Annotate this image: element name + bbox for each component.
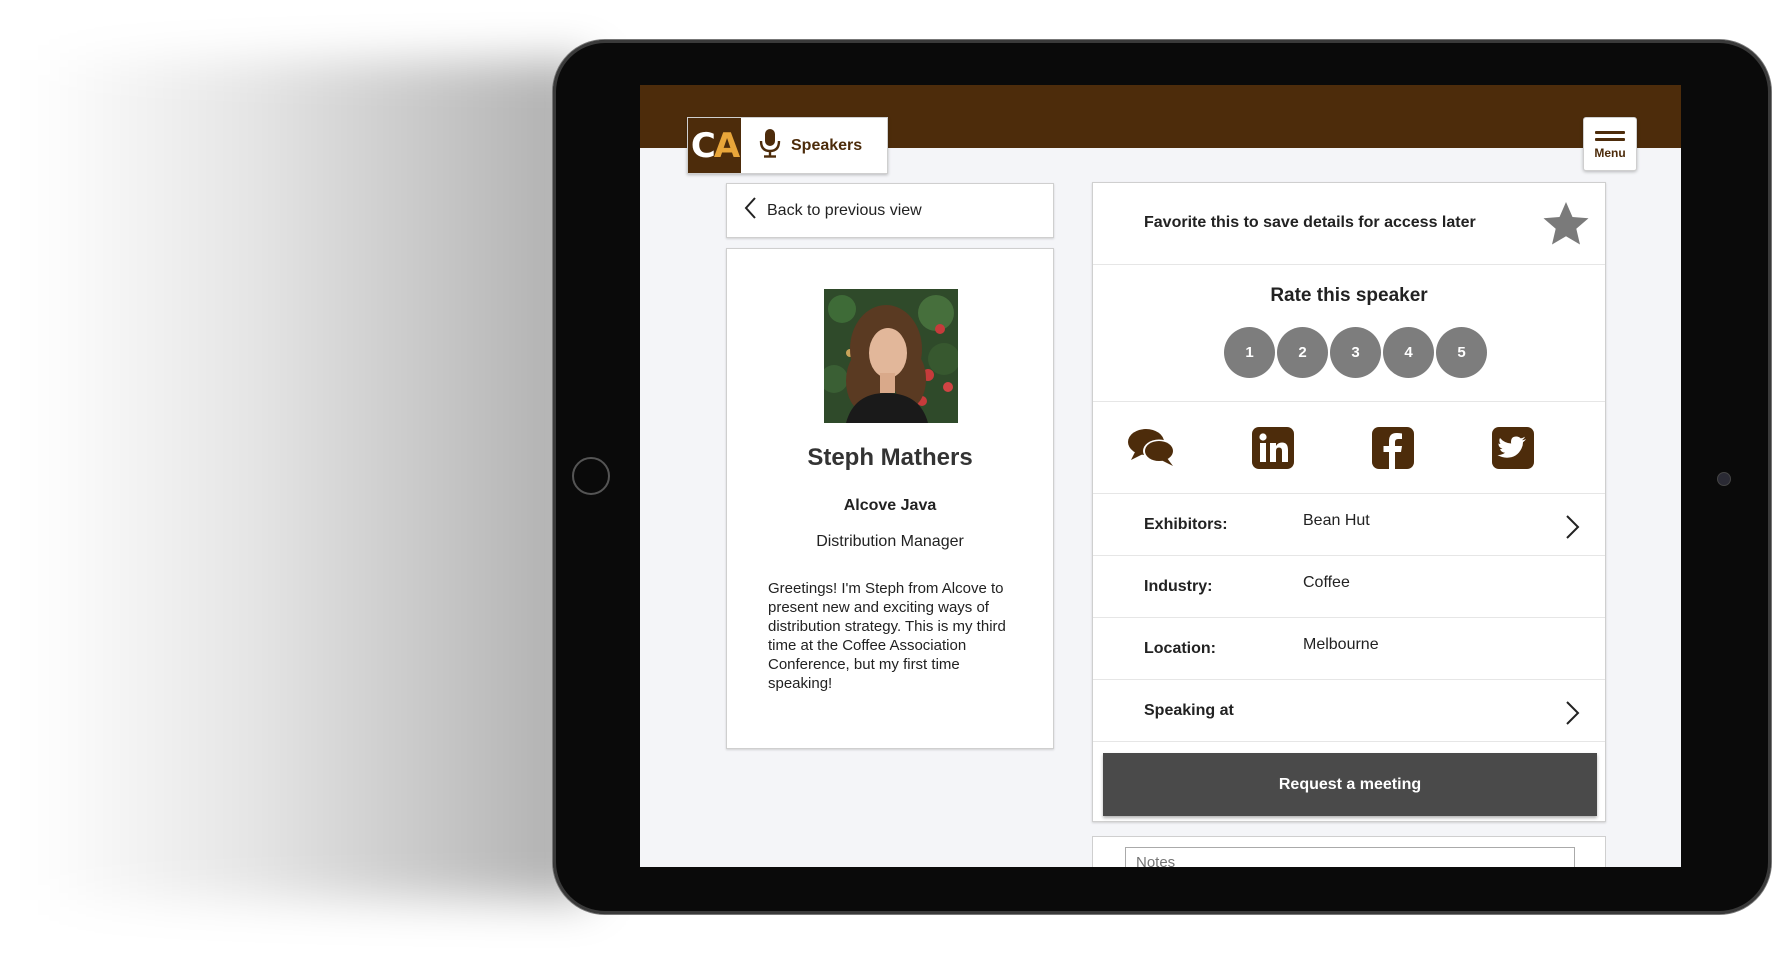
industry-row: Industry: Coffee bbox=[1093, 556, 1605, 618]
hamburger-icon-line bbox=[1595, 137, 1625, 141]
social-links bbox=[1093, 402, 1605, 494]
exhibitors-label: Exhibitors: bbox=[1144, 516, 1228, 533]
rating-section: Rate this speaker 1 2 3 4 5 bbox=[1093, 265, 1605, 402]
chat-icon[interactable] bbox=[1127, 426, 1175, 470]
speaker-job-title: Distribution Manager bbox=[816, 533, 964, 550]
notes-card bbox=[1092, 836, 1606, 867]
chevron-right-icon bbox=[1563, 700, 1581, 726]
speaker-actions-card: Favorite this to save details for access… bbox=[1092, 182, 1606, 822]
industry-value: Coffee bbox=[1303, 574, 1350, 591]
chevron-left-icon bbox=[743, 196, 757, 225]
device-shadow bbox=[30, 60, 590, 900]
twitter-icon[interactable] bbox=[1491, 426, 1537, 470]
rating-options: 1 2 3 4 5 bbox=[1224, 327, 1487, 378]
menu-label: Menu bbox=[1594, 145, 1626, 160]
rating-title: Rate this speaker bbox=[1270, 285, 1428, 306]
speaker-bio: Greetings! I'm Steph from Alcove to pres… bbox=[768, 580, 1006, 692]
exhibitors-value: Bean Hut bbox=[1303, 512, 1370, 529]
location-row: Location: Melbourne bbox=[1093, 618, 1605, 680]
section-title[interactable]: Speakers bbox=[741, 118, 862, 173]
chevron-right-icon bbox=[1563, 514, 1581, 540]
home-button bbox=[572, 457, 610, 495]
notes-input[interactable] bbox=[1125, 847, 1575, 867]
speaker-avatar bbox=[824, 289, 958, 423]
menu-button[interactable]: Menu bbox=[1583, 117, 1637, 171]
app-logo: C A bbox=[688, 118, 741, 173]
speaker-company: Alcove Java bbox=[843, 497, 937, 514]
app-header-tab: C A Speakers bbox=[687, 117, 888, 174]
rating-option-4[interactable]: 4 bbox=[1383, 327, 1434, 378]
linkedin-icon[interactable] bbox=[1251, 426, 1297, 470]
location-value: Melbourne bbox=[1303, 636, 1379, 653]
speaker-name: Steph Mathers bbox=[807, 444, 973, 471]
camera-lens bbox=[1717, 472, 1731, 486]
app-screen: C A Speakers Menu Back to previous view bbox=[640, 85, 1681, 867]
favorite-row: Favorite this to save details for access… bbox=[1093, 183, 1605, 265]
section-title-label: Speakers bbox=[791, 136, 863, 154]
star-icon[interactable] bbox=[1541, 199, 1591, 249]
logo-letter-a: A bbox=[713, 125, 740, 166]
speaker-profile-card: Steph Mathers Alcove Java Distribution M… bbox=[726, 248, 1054, 749]
industry-label: Industry: bbox=[1144, 578, 1213, 595]
microphone-icon bbox=[759, 128, 781, 163]
exhibitors-row[interactable]: Exhibitors: Bean Hut bbox=[1093, 494, 1605, 556]
request-meeting-button[interactable]: Request a meeting bbox=[1103, 753, 1597, 816]
hamburger-icon-line bbox=[1595, 130, 1625, 134]
logo-letter-c: C bbox=[690, 125, 716, 166]
back-label: Back to previous view bbox=[767, 201, 922, 219]
rating-option-1[interactable]: 1 bbox=[1224, 327, 1275, 378]
rating-option-5[interactable]: 5 bbox=[1436, 327, 1487, 378]
back-button[interactable]: Back to previous view bbox=[726, 183, 1054, 238]
rating-option-2[interactable]: 2 bbox=[1277, 327, 1328, 378]
favorite-text: Favorite this to save details for access… bbox=[1144, 214, 1476, 231]
rating-option-3[interactable]: 3 bbox=[1330, 327, 1381, 378]
speaking-at-row[interactable]: Speaking at bbox=[1093, 680, 1605, 742]
location-label: Location: bbox=[1144, 640, 1216, 657]
speaking-at-label: Speaking at bbox=[1144, 702, 1234, 719]
facebook-icon[interactable] bbox=[1371, 426, 1417, 470]
